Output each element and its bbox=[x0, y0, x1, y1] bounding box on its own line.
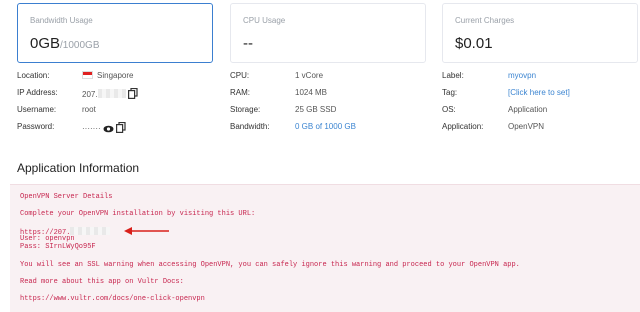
location-value: Singapore bbox=[97, 71, 134, 80]
application-details-box: OpenVPN Server Details Complete your Ope… bbox=[10, 184, 640, 312]
password-value: ······· bbox=[82, 124, 101, 133]
username-value-wrap: root bbox=[82, 105, 96, 115]
bandwidth-value-wrap: 0 GB of 1000 GB bbox=[295, 122, 356, 132]
username-label: Username: bbox=[17, 105, 57, 114]
cpu-value: 1 vCore bbox=[295, 71, 324, 80]
ram-value: 1024 MB bbox=[295, 88, 328, 97]
instruction-line: Complete your OpenVPN installation by vi… bbox=[20, 210, 256, 218]
application-label: Application: bbox=[442, 122, 484, 131]
application-value-wrap: OpenVPN bbox=[508, 122, 544, 132]
password-value-wrap: ······· bbox=[82, 122, 126, 134]
storage-row: Storage: bbox=[230, 105, 260, 115]
copy-icon[interactable] bbox=[127, 88, 138, 99]
cpu-usage-card: CPU Usage -- bbox=[230, 3, 426, 63]
singapore-flag-icon bbox=[82, 71, 93, 79]
card-value: $0.01 bbox=[455, 35, 493, 52]
os-row: OS: bbox=[442, 105, 456, 115]
bandwidth-usage-card: Bandwidth Usage 0GB/1000GB bbox=[17, 3, 213, 63]
label-link[interactable]: myovpn bbox=[508, 71, 536, 80]
application-row: Application: bbox=[442, 122, 483, 132]
label-value-wrap: myovpn bbox=[508, 71, 536, 81]
set-tag-link[interactable]: [Click here to set] bbox=[508, 88, 570, 97]
card-title: Bandwidth Usage bbox=[30, 16, 93, 25]
storage-value-wrap: 25 GB SSD bbox=[295, 105, 336, 115]
bandwidth-label: Bandwidth: bbox=[230, 122, 270, 131]
ip-address-value: 207. bbox=[82, 90, 98, 99]
storage-value: 25 GB SSD bbox=[295, 105, 337, 114]
location-row: Location: bbox=[17, 71, 49, 81]
card-title: Current Charges bbox=[455, 16, 515, 25]
cpu-value-wrap: 1 vCore bbox=[295, 71, 323, 81]
card-title: CPU Usage bbox=[243, 16, 286, 25]
application-information-heading: Application Information bbox=[17, 161, 140, 175]
password-row: Password: bbox=[17, 122, 54, 132]
tag-value-wrap: [Click here to set] bbox=[508, 88, 570, 98]
tag-row: Tag: bbox=[442, 88, 457, 98]
ip-address-row: IP Address: bbox=[17, 88, 58, 98]
tag-label: Tag: bbox=[442, 88, 458, 97]
os-value: Application bbox=[508, 105, 548, 114]
ram-label: RAM: bbox=[230, 88, 250, 97]
password-label: Password: bbox=[17, 122, 55, 131]
ssl-warning-line: You will see an SSL warning when accessi… bbox=[20, 261, 520, 269]
os-label: OS: bbox=[442, 105, 456, 114]
red-arrow-annotation bbox=[124, 227, 169, 235]
card-value: 0GB/1000GB bbox=[30, 35, 100, 52]
location-label: Location: bbox=[17, 71, 50, 80]
redacted-url bbox=[70, 227, 111, 235]
ip-address-label: IP Address: bbox=[17, 88, 58, 97]
username-row: Username: bbox=[17, 105, 56, 115]
docs-url-line[interactable]: https://www.vultr.com/docs/one-click-ope… bbox=[20, 295, 205, 303]
cpu-row: CPU: bbox=[230, 71, 249, 81]
copy-icon[interactable] bbox=[116, 122, 126, 133]
card-value: -- bbox=[243, 35, 253, 52]
label-row: Label: bbox=[442, 71, 464, 81]
redacted-ip bbox=[97, 89, 126, 98]
storage-label: Storage: bbox=[230, 105, 261, 114]
label-label: Label: bbox=[442, 71, 464, 80]
location-value-wrap: Singapore bbox=[82, 71, 133, 81]
os-value-wrap: Application bbox=[508, 105, 547, 115]
ram-value-wrap: 1024 MB bbox=[295, 88, 327, 98]
user-line: User: openvpn bbox=[20, 235, 75, 243]
details-title-line: OpenVPN Server Details bbox=[20, 193, 113, 201]
eye-icon[interactable] bbox=[103, 125, 114, 133]
cpu-label: CPU: bbox=[230, 71, 250, 80]
application-value: OpenVPN bbox=[508, 122, 545, 131]
pass-line: Pass: SIrnLWyQo95F bbox=[20, 243, 96, 251]
bandwidth-row: Bandwidth: bbox=[230, 122, 270, 132]
current-charges-card: Current Charges $0.01 bbox=[442, 3, 638, 63]
bandwidth-link[interactable]: 0 GB of 1000 GB bbox=[295, 122, 356, 131]
card-unit: /1000GB bbox=[60, 40, 100, 51]
username-value: root bbox=[82, 105, 96, 114]
ip-value-wrap: 207. bbox=[82, 88, 138, 100]
ram-row: RAM: bbox=[230, 88, 250, 98]
docs-intro-line: Read more about this app on Vultr Docs: bbox=[20, 278, 184, 286]
